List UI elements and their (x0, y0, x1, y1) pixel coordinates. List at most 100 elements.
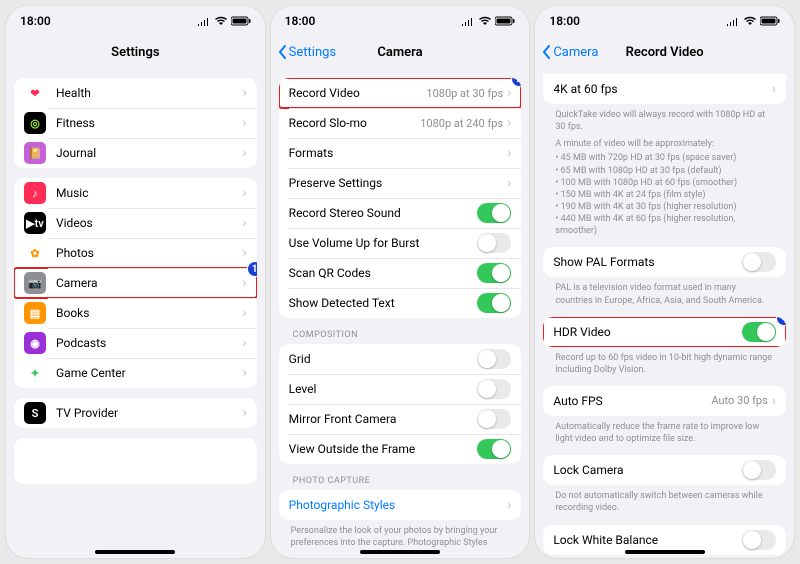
settings-row[interactable]: ✦Game Center› (14, 358, 257, 388)
row-detail: Auto 30 fps (711, 394, 767, 407)
chevron-right-icon: › (772, 82, 776, 96)
toggle-switch[interactable] (477, 379, 511, 399)
settings-row[interactable]: Level (279, 374, 522, 404)
footer-pal: PAL is a television video format used in… (543, 277, 786, 306)
chevron-right-icon: › (507, 86, 511, 100)
row-label: Auto FPS (553, 394, 711, 408)
chevron-left-icon (277, 44, 289, 60)
settings-row[interactable]: Show Detected Text (279, 288, 522, 318)
settings-row[interactable]: Scan QR Codes (279, 258, 522, 288)
content: Record Video1080p at 30 fps›2Record Slo-… (271, 68, 530, 558)
status-bar: 18:00 (6, 6, 265, 36)
group-composition: GridLevelMirror Front CameraView Outside… (279, 344, 522, 464)
nav-title: Record Video (626, 45, 704, 60)
toggle-switch[interactable] (477, 409, 511, 429)
app-icon: ◉ (24, 332, 46, 354)
chevron-right-icon: › (242, 86, 246, 100)
footer-lockwb: Lock white balance while recording video… (543, 555, 786, 558)
toggle-switch[interactable] (477, 349, 511, 369)
row-label: Books (56, 306, 242, 320)
app-icon: S (24, 402, 46, 424)
settings-row[interactable]: 4K at 60 fps› (543, 74, 786, 104)
row-label: Record Stereo Sound (289, 206, 478, 220)
status-time: 18:00 (285, 14, 316, 28)
settings-row[interactable]: ◎Fitness› (14, 108, 257, 138)
chevron-right-icon: › (242, 186, 246, 200)
toggle-switch[interactable] (477, 439, 511, 459)
footer-quicktake: QuickTake video will always record with … (543, 104, 786, 133)
group-autofps: Auto FPSAuto 30 fps › (543, 386, 786, 416)
settings-row[interactable]: View Outside the Frame (279, 434, 522, 464)
settings-row[interactable]: ▶tvVideos› (14, 208, 257, 238)
chevron-right-icon: › (507, 176, 511, 190)
chevron-right-icon: › (772, 394, 776, 408)
footer-hdr: Record up to 60 fps video in 10-bit high… (543, 347, 786, 376)
toggle-switch[interactable] (477, 263, 511, 283)
settings-row[interactable]: Record Stereo Sound (279, 198, 522, 228)
phone-settings: 18:00 Settings ❤︎Health›◎Fitness›📔Journa… (6, 6, 265, 558)
app-icon: ▤ (24, 302, 46, 324)
settings-row[interactable]: 📷Camera›1 (14, 268, 257, 298)
settings-row[interactable]: Preserve Settings› (279, 168, 522, 198)
row-label: Photos (56, 246, 242, 260)
toggle-switch[interactable] (477, 233, 511, 253)
row-label: Music (56, 186, 242, 200)
settings-row[interactable]: Record Video1080p at 30 fps ›2 (279, 78, 522, 108)
settings-row[interactable]: ♪Music› (14, 178, 257, 208)
back-label: Settings (289, 45, 336, 60)
settings-row[interactable]: Grid (279, 344, 522, 374)
group-tv: STV Provider› (14, 398, 257, 428)
step-badge: 2 (511, 78, 521, 87)
toggle-switch[interactable] (477, 203, 511, 223)
settings-row[interactable]: Auto FPSAuto 30 fps › (543, 386, 786, 416)
row-label: Photographic Styles (289, 498, 507, 512)
toggle-switch[interactable] (742, 530, 776, 550)
app-icon: 📷 (24, 272, 46, 294)
row-label: Preserve Settings (289, 176, 507, 190)
group-record: Record Video1080p at 30 fps›2Record Slo-… (279, 78, 522, 318)
nav-bar: Camera Record Video (535, 36, 794, 68)
app-icon: ✦ (24, 362, 46, 384)
toggle-switch[interactable] (742, 460, 776, 480)
chevron-right-icon: › (242, 276, 246, 290)
app-icon: ▶tv (24, 212, 46, 234)
settings-row[interactable]: Formats› (279, 138, 522, 168)
home-indicator (625, 550, 705, 554)
row-label: Game Center (56, 366, 242, 380)
settings-row[interactable]: Show PAL Formats (543, 247, 786, 277)
row-label: Health (56, 86, 242, 100)
app-icon: 📔 (24, 142, 46, 164)
settings-row[interactable]: ▤ Books› (14, 298, 257, 328)
settings-row[interactable]: Lock Camera (543, 455, 786, 485)
group-media: ♪Music›▶tvVideos›✿Photos›📷Camera›1 ▤ Books… (14, 178, 257, 388)
toggle-switch[interactable] (742, 252, 776, 272)
row-label: 4K at 60 fps (553, 82, 771, 96)
settings-row[interactable]: Record Slo-mo1080p at 240 fps› (279, 108, 522, 138)
settings-row[interactable]: Photographic Styles› (279, 490, 522, 520)
back-button[interactable]: Settings (277, 36, 336, 68)
settings-row[interactable]: HDR Video3 (543, 317, 786, 347)
settings-row[interactable]: 📔Journal› (14, 138, 257, 168)
toggle-switch[interactable] (742, 322, 776, 342)
phone-camera: 18:00 Settings Camera Record Video1080p … (271, 6, 530, 558)
settings-row[interactable]: Use Volume Up for Burst (279, 228, 522, 258)
footer-lockcam: Do not automatically switch between came… (543, 485, 786, 514)
toggle-switch[interactable] (477, 293, 511, 313)
chevron-left-icon (541, 44, 553, 60)
chevron-right-icon: › (242, 336, 246, 350)
row-detail: 1080p at 240 fps (420, 117, 503, 130)
settings-row[interactable]: ◉Podcasts› (14, 328, 257, 358)
row-detail: 1080p at 30 fps (426, 87, 503, 100)
back-button[interactable]: Camera (541, 36, 598, 68)
row-label: Lock Camera (553, 463, 742, 477)
settings-row[interactable]: Mirror Front Camera (279, 404, 522, 434)
status-bar: 18:00 (271, 6, 530, 36)
settings-row[interactable]: ✿Photos› (14, 238, 257, 268)
chevron-right-icon: › (242, 306, 246, 320)
status-time: 18:00 (20, 14, 51, 28)
settings-row[interactable]: ❤︎Health› (14, 78, 257, 108)
row-label: Record Video (289, 86, 427, 100)
status-icons (461, 16, 515, 26)
status-time: 18:00 (549, 14, 580, 28)
settings-row[interactable]: STV Provider› (14, 398, 257, 428)
